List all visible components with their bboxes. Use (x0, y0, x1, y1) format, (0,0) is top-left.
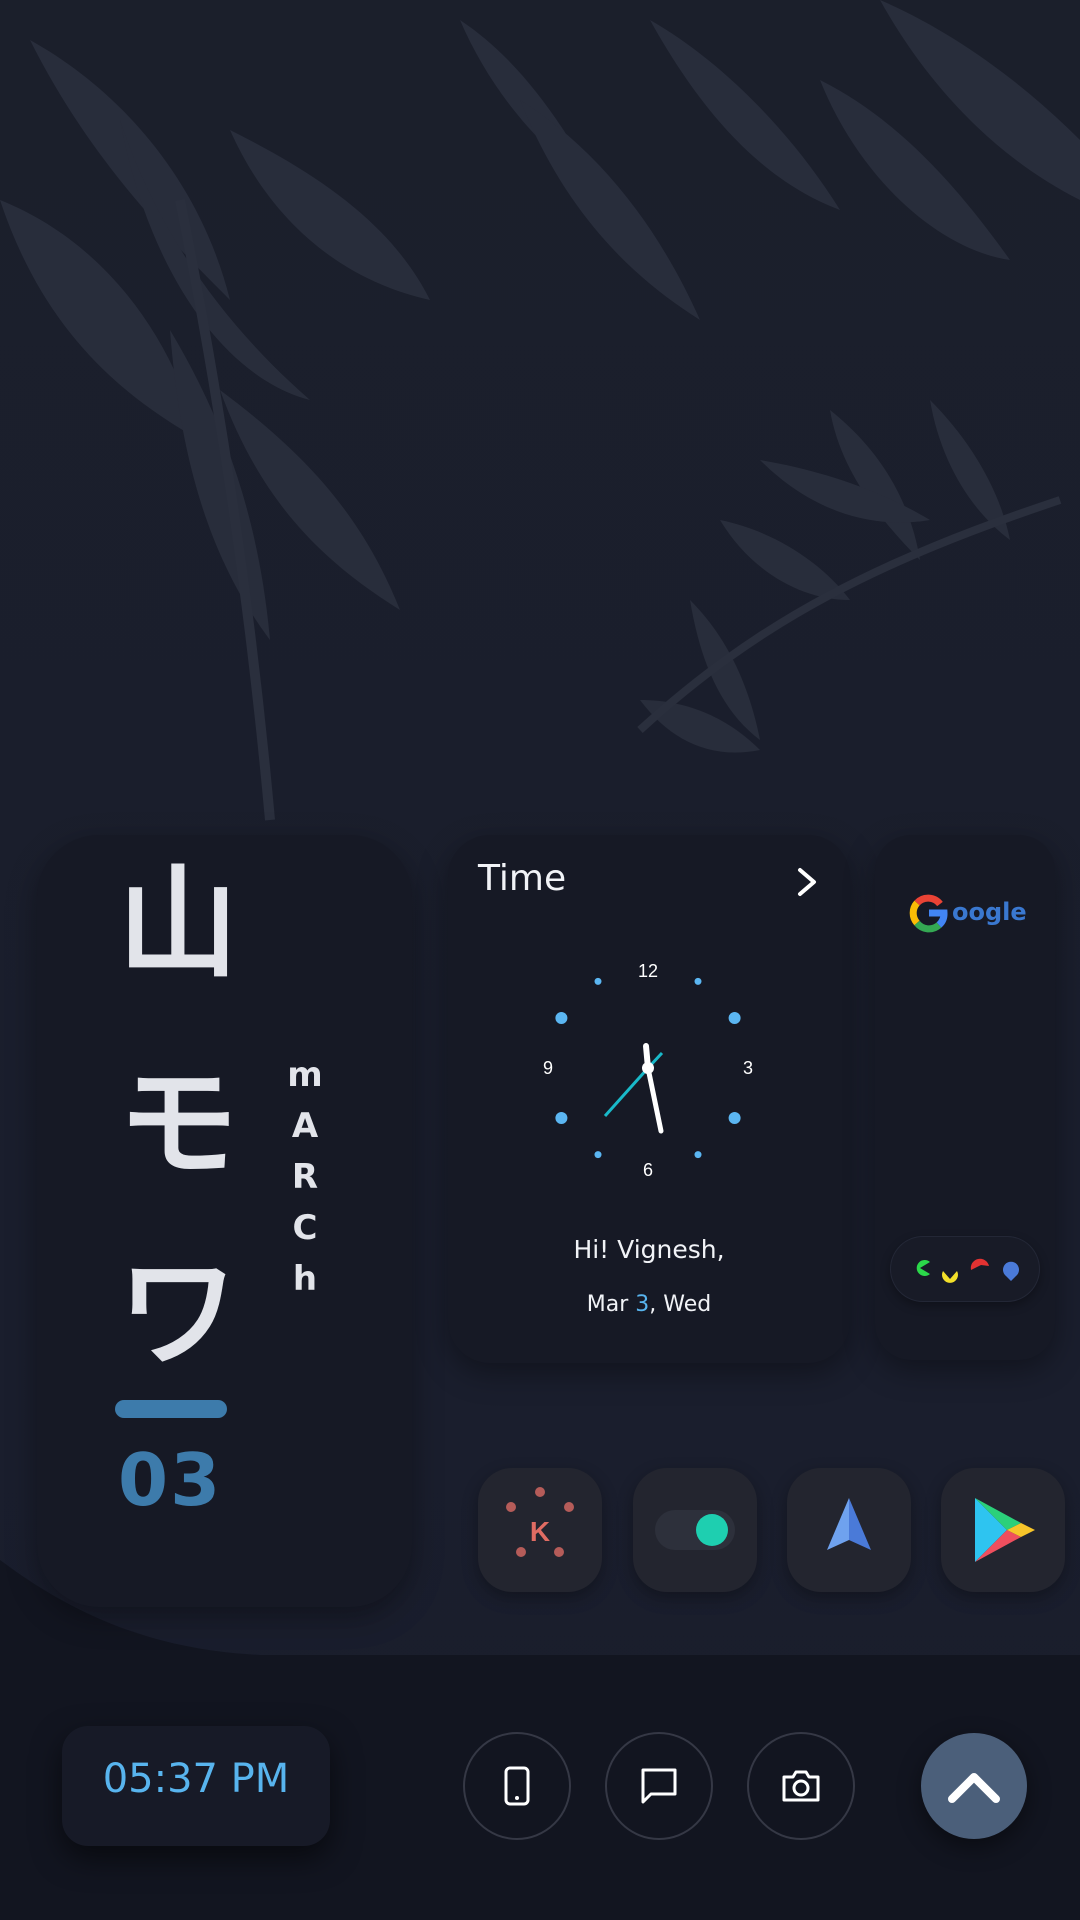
toggle-icon (655, 1510, 735, 1550)
messages-button[interactable] (605, 1732, 713, 1840)
date-divider-bar (115, 1400, 227, 1418)
clock-marker (555, 1112, 568, 1124)
day-number: 03 (118, 1438, 223, 1522)
digital-clock-text: 05:37 PM (102, 1756, 290, 1802)
k-dots-icon: K (506, 1487, 574, 1557)
clock-marker (694, 1151, 702, 1159)
navigation-arrow-icon (827, 1498, 871, 1550)
camera-button[interactable] (747, 1732, 855, 1840)
month-letter: m (287, 1055, 323, 1095)
second-hand (603, 1066, 650, 1118)
month-letter: A (291, 1106, 319, 1146)
minute-hand (645, 1065, 664, 1134)
clock-center (642, 1062, 654, 1074)
phone-button[interactable] (463, 1732, 571, 1840)
clock-marker (728, 1112, 741, 1124)
dial-number-12: 12 (638, 961, 658, 981)
play-store-icon (975, 1498, 1035, 1562)
date-day: 3 (635, 1292, 650, 1317)
svg-text:K: K (530, 1516, 550, 1547)
day-kanji-1: 山 (118, 855, 238, 994)
dial-number-6: 6 (643, 1160, 653, 1180)
camera-icon (782, 1770, 820, 1802)
play-store-app[interactable] (941, 1468, 1065, 1592)
clock-marker (555, 1012, 568, 1024)
time-widget-title: Time (478, 858, 567, 899)
chevron-right-icon[interactable] (790, 862, 826, 902)
app-drawer-button[interactable] (921, 1733, 1027, 1839)
month-letter: C (292, 1208, 318, 1248)
toggle-app[interactable] (633, 1468, 757, 1592)
navigation-app[interactable] (787, 1468, 911, 1592)
day-kanji-3: ワ (118, 1245, 238, 1384)
pacman-dots-icon (916, 1258, 1019, 1283)
analog-clock: 12 3 6 9 (543, 961, 753, 1180)
month-letters: m A R C h (285, 1050, 325, 1305)
dial-number-3: 3 (743, 1058, 753, 1078)
greeting-text: Hi! Vignesh, (573, 1235, 725, 1264)
date-weekday: , Wed (649, 1292, 712, 1317)
google-word: oogle (952, 898, 1027, 926)
month-letter: R (291, 1157, 319, 1197)
dial-number-9: 9 (543, 1058, 553, 1078)
clock-marker (594, 1151, 602, 1159)
clock-marker (728, 1012, 741, 1024)
k-launcher-app[interactable]: K (478, 1468, 602, 1592)
date-line: Mar 3, Wed (448, 1292, 850, 1317)
clock-marker (694, 977, 702, 985)
phone-icon (504, 1766, 530, 1806)
month-letter: h (292, 1259, 318, 1299)
clock-marker (594, 977, 602, 985)
message-icon (641, 1768, 677, 1804)
chevron-up-icon (948, 1773, 1000, 1803)
day-kanji-2: モ (118, 1055, 238, 1194)
date-month: Mar (586, 1292, 636, 1317)
pacman-pill[interactable] (890, 1236, 1040, 1302)
